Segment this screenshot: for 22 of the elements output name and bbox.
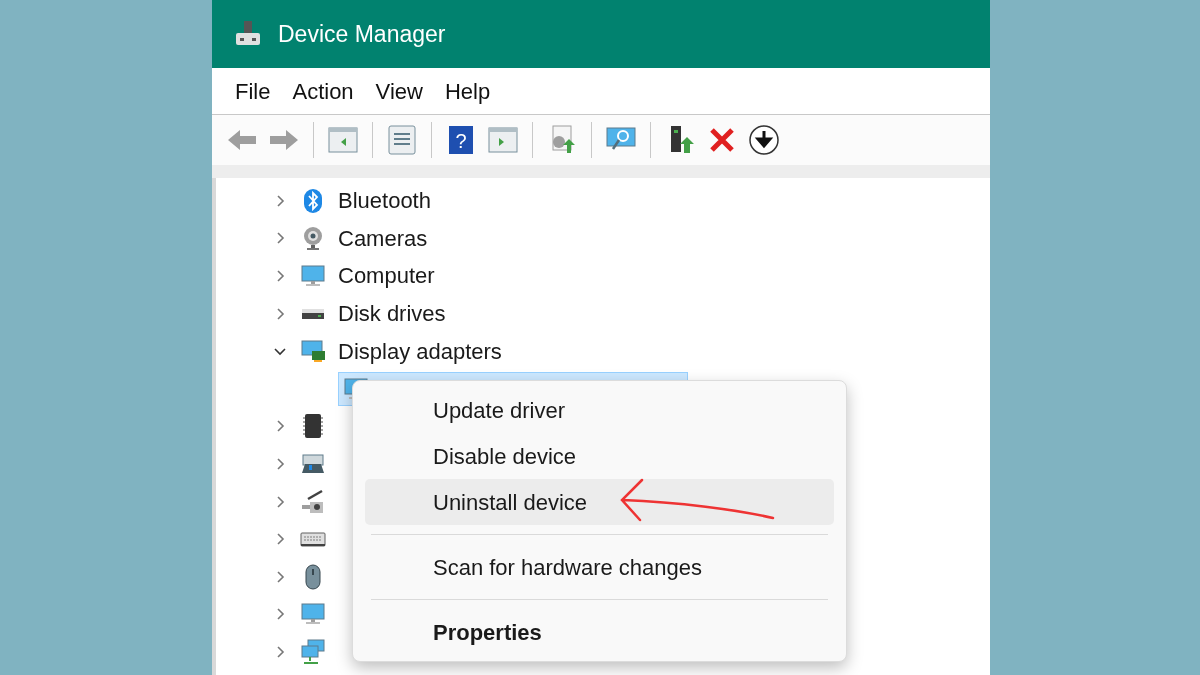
tree-item-label[interactable]: Disk drives: [338, 297, 446, 331]
window-title: Device Manager: [278, 19, 446, 49]
tree-item-label[interactable]: Display adapters: [338, 334, 502, 368]
menu-item[interactable]: Help: [435, 71, 500, 111]
context-menu-item[interactable]: Properties: [365, 609, 834, 655]
tree-item-label[interactable]: Cameras: [338, 221, 428, 255]
disk-drive-icon: [300, 307, 326, 320]
sensor-device-icon: [300, 488, 326, 515]
context-menu-item[interactable]: Disable device: [365, 433, 834, 479]
context-menu-item[interactable]: Scan for hardware changes: [365, 544, 834, 590]
tree-item-label[interactable]: Computer: [338, 259, 435, 293]
context-menu-item[interactable]: Uninstall device: [365, 479, 834, 525]
chip-icon: [300, 413, 326, 440]
network-icon: [300, 638, 326, 665]
menu-item[interactable]: View: [366, 71, 432, 111]
context-menu-item[interactable]: Update driver: [365, 387, 834, 433]
menu-item[interactable]: File: [226, 71, 280, 111]
download-arrow-icon[interactable]: [746, 122, 782, 158]
monitor-icon: [300, 263, 326, 289]
display-adapter-icon: [300, 338, 326, 365]
menu-item[interactable]: Action: [283, 71, 363, 111]
tree-item-label[interactable]: Bluetooth: [338, 184, 431, 218]
